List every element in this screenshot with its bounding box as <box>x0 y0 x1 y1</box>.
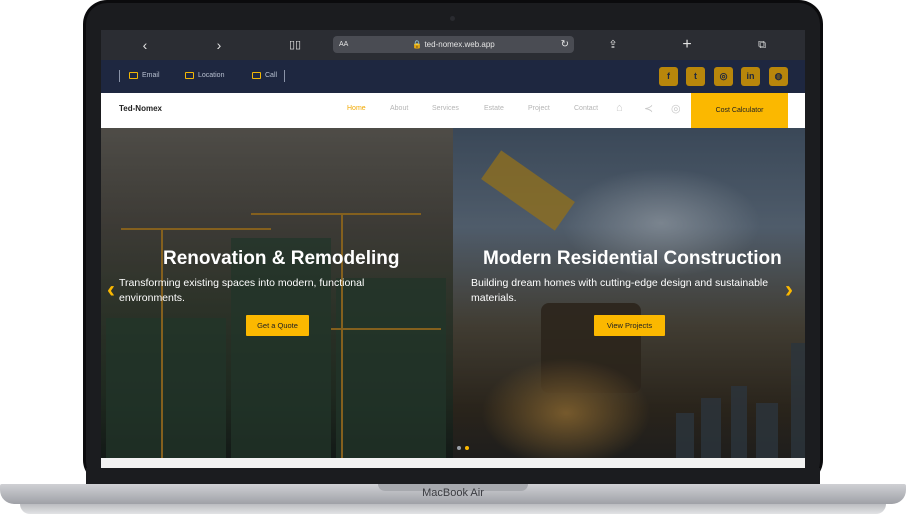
plus-icon[interactable]: + <box>677 36 697 54</box>
hero-carousel: Renovation & Remodeling Transforming exi… <box>101 128 805 458</box>
settings-icon[interactable]: ◎ <box>671 102 681 115</box>
email-link[interactable]: Email <box>129 70 160 82</box>
camera <box>450 16 455 21</box>
cost-calculator-button[interactable]: Cost Calculator <box>691 93 788 128</box>
browser-toolbar: ‹ › ▯▯ AA 🔒 ted-nomex.web.app ↻ ⇪ + ⧉ <box>101 30 805 60</box>
nav-contact[interactable]: Contact <box>574 105 598 112</box>
nav-services[interactable]: Services <box>432 105 459 112</box>
slide-1-subtitle: Transforming existing spaces into modern… <box>119 277 365 304</box>
book-icon[interactable]: ▯▯ <box>285 36 305 54</box>
cart-icon[interactable]: ⌂ <box>616 102 623 114</box>
chevron-right-icon[interactable]: › <box>785 276 793 304</box>
nav-estate[interactable]: Estate <box>484 105 504 112</box>
slide-1-title: Renovation & Remodeling <box>163 248 400 269</box>
call-link[interactable]: Call <box>252 70 277 82</box>
tabs-icon[interactable]: ⧉ <box>752 36 772 54</box>
twitter-icon[interactable]: t <box>686 67 705 86</box>
address-bar[interactable]: AA 🔒 ted-nomex.web.app ↻ <box>333 36 574 53</box>
info-bar: Email Location Call f t ◎ in ◍ <box>101 60 805 93</box>
instagram-icon[interactable]: ◎ <box>714 67 733 86</box>
site-logo[interactable]: Ted-Nomex <box>119 104 162 113</box>
divider <box>284 70 285 82</box>
laptop-bottom-bezel <box>86 468 820 484</box>
slide-2-subtitle: Building dream homes with cutting-edge d… <box>471 277 769 304</box>
phone-icon <box>252 71 261 79</box>
location-link[interactable]: Location <box>185 70 224 82</box>
view-projects-button[interactable]: View Projects <box>594 315 665 336</box>
reload-icon[interactable]: ↻ <box>561 36 569 53</box>
email-label: Email <box>142 72 160 79</box>
main-nav: Ted-Nomex Home About Services Estate Pro… <box>101 93 805 128</box>
facebook-icon[interactable]: f <box>659 67 678 86</box>
carousel-dot-active[interactable] <box>465 446 469 450</box>
screen: ‹ › ▯▯ AA 🔒 ted-nomex.web.app ↻ ⇪ + ⧉ Em… <box>101 30 805 468</box>
url-text: 🔒 ted-nomex.web.app <box>412 40 495 49</box>
location-label: Location <box>198 72 225 79</box>
share-icon[interactable]: ≺ <box>644 102 653 115</box>
globe-icon[interactable]: ◍ <box>769 67 788 86</box>
share-icon[interactable]: ⇪ <box>603 36 623 54</box>
slide-2-title: Modern Residential Construction <box>483 248 782 269</box>
divider <box>119 70 120 82</box>
laptop-base-shadow <box>20 504 886 514</box>
call-label: Call <box>265 72 278 79</box>
forward-icon[interactable]: › <box>209 36 229 54</box>
nav-about[interactable]: About <box>390 105 408 112</box>
back-icon[interactable]: ‹ <box>135 36 155 54</box>
device-label: MacBook Air <box>422 487 484 499</box>
linkedin-icon[interactable]: in <box>741 67 760 86</box>
get-quote-button[interactable]: Get a Quote <box>246 315 309 336</box>
nav-project[interactable]: Project <box>528 105 550 112</box>
nav-home[interactable]: Home <box>347 105 366 112</box>
url-value: ted-nomex.web.app <box>424 40 495 49</box>
location-icon <box>185 71 194 79</box>
email-icon <box>129 71 138 79</box>
carousel-dot[interactable] <box>457 446 461 450</box>
chevron-left-icon[interactable]: ‹ <box>107 276 115 304</box>
content-strip <box>101 458 805 468</box>
